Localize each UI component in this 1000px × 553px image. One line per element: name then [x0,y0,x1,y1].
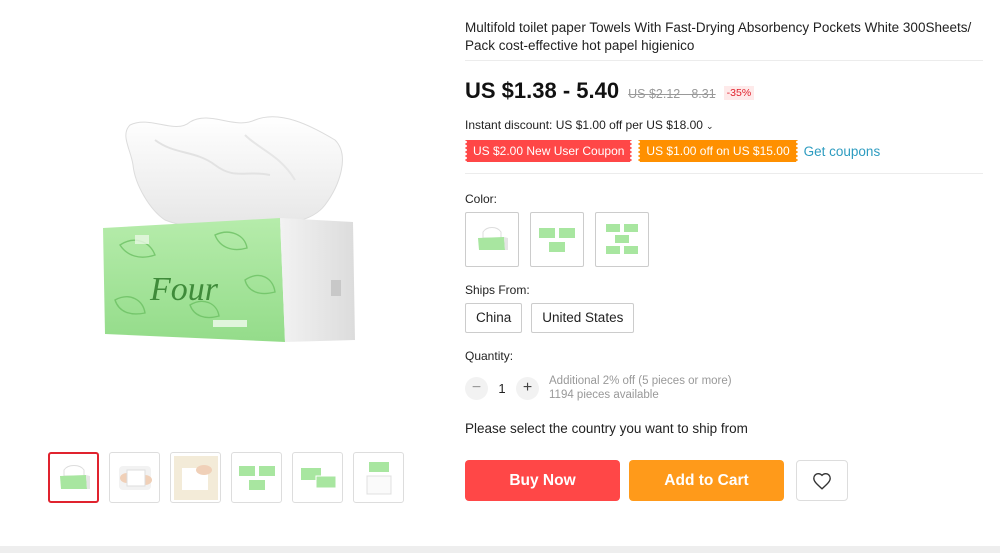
color-option-multipack[interactable] [595,212,649,267]
price: US $1.38 - 5.40 [465,78,620,103]
thumbnail-strip [48,452,404,503]
color-label: Color: [465,192,498,206]
get-coupons-link[interactable]: Get coupons [804,144,881,159]
quantity-stepper: − 1 + Additional 2% off (5 pieces or mor… [465,374,732,402]
heart-icon [813,472,831,490]
instant-discount-text: Instant discount: US $1.00 off per US $1… [465,118,703,132]
quantity-notes: Additional 2% off (5 pieces or more) 119… [549,374,732,402]
thumbnail-3[interactable] [170,452,221,503]
discount-badge: -35% [723,86,755,100]
buy-now-button[interactable]: Buy Now [465,460,620,501]
thumbnail-2[interactable] [109,452,160,503]
chevron-down-icon: ⌄ [705,121,714,131]
store-coupon[interactable]: US $1.00 off on US $15.00 [637,140,799,162]
thumbnail-5[interactable] [292,452,343,503]
thumbnail-6[interactable] [353,452,404,503]
main-product-image[interactable]: Four [95,110,365,355]
ship-country-prompt: Please select the country you want to sh… [465,421,748,436]
add-to-cart-button[interactable]: Add to Cart [629,460,784,501]
ship-from-united-states[interactable]: United States [531,303,635,333]
coupon-row: US $2.00 New User Coupon US $1.00 off on… [463,140,881,162]
quantity-decrease-button[interactable]: − [465,376,488,400]
quantity-value[interactable]: 1 [488,381,516,396]
thumbnail-4[interactable] [231,452,282,503]
instant-discount[interactable]: Instant discount: US $1.00 off per US $1… [465,118,713,132]
quantity-increase-button[interactable]: + [516,376,539,400]
divider [465,173,983,174]
thumbnail-1[interactable] [48,452,99,503]
page-footer-band [0,546,1000,553]
ships-from-label: Ships From: [465,283,530,297]
original-price: US $2.12 - 8.31 [628,87,716,101]
product-title: Multifold toilet paper Towels With Fast-… [465,20,972,53]
ships-from-options: China United States [465,303,635,333]
price-row: US $1.38 - 5.40 US $2.12 - 8.31 -35% [465,78,755,104]
new-user-coupon[interactable]: US $2.00 New User Coupon [463,140,634,162]
color-options [465,212,649,267]
ship-from-china[interactable]: China [465,303,523,333]
quantity-label: Quantity: [465,349,514,363]
svg-text:Four: Four [149,271,219,308]
stock-available: 1194 pieces available [549,389,659,401]
divider [465,60,983,61]
color-option-single[interactable] [465,212,519,267]
action-buttons: Buy Now Add to Cart [465,460,848,501]
wishlist-button[interactable] [796,460,848,501]
additional-discount-note: Additional 2% off (5 pieces or more) [549,375,732,387]
color-option-3pack[interactable] [530,212,584,267]
